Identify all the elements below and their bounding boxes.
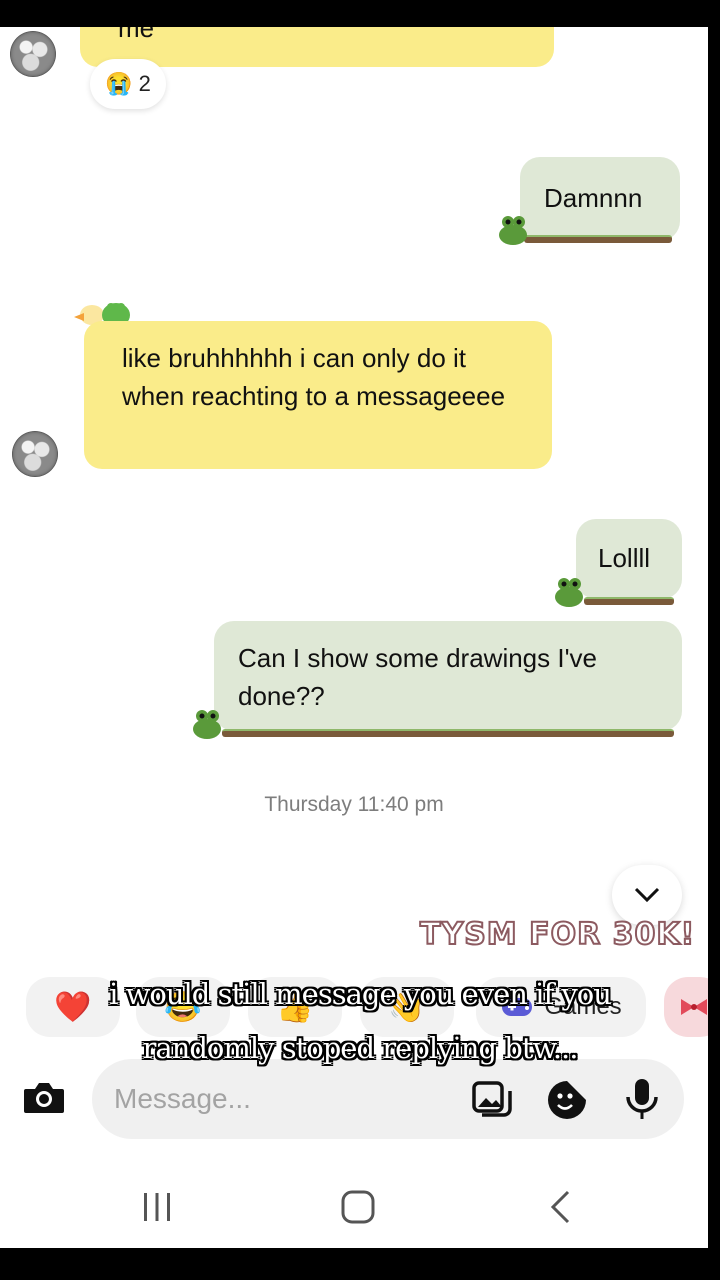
gift-button[interactable] xyxy=(664,977,708,1037)
chevron-down-icon xyxy=(634,887,660,903)
sticker-watermark: TYSM FOR 30K! xyxy=(419,916,696,953)
vine-decoration xyxy=(584,597,674,605)
reaction-count: 2 xyxy=(138,71,151,96)
message-bubble-incoming[interactable]: like bruhhhhhh i can only do it when rea… xyxy=(84,321,552,469)
vine-decoration xyxy=(222,729,674,737)
back-button[interactable] xyxy=(548,1189,574,1230)
message-bubble-outgoing[interactable]: Lollll xyxy=(576,519,682,599)
video-caption: i would still message you even if you ra… xyxy=(109,977,612,1065)
contact-avatar[interactable] xyxy=(10,31,56,77)
camera-icon xyxy=(24,1083,64,1113)
message-bubble-outgoing[interactable]: Damnnn xyxy=(520,157,680,241)
home-button[interactable] xyxy=(340,1189,376,1230)
camera-button[interactable] xyxy=(22,1079,70,1119)
frog-sticker-icon xyxy=(555,578,583,607)
message-text: like bruhhhhhh i can only do it when rea… xyxy=(122,343,506,411)
message-text: Damnnn xyxy=(544,183,643,213)
recent-apps-button[interactable] xyxy=(140,1191,174,1228)
reaction-pill[interactable]: 😭 2 xyxy=(90,59,166,109)
message-timestamp: Thursday 11:40 pm xyxy=(264,793,444,816)
contact-avatar[interactable] xyxy=(12,431,58,477)
crying-emoji-icon: 😭 xyxy=(105,71,133,96)
microphone-icon xyxy=(626,1079,658,1119)
bow-icon xyxy=(681,999,707,1015)
gallery-button[interactable] xyxy=(470,1079,514,1124)
frog-sticker-icon xyxy=(193,710,221,739)
message-text: me xyxy=(118,27,155,43)
frog-sticker-icon xyxy=(499,216,527,245)
voice-button[interactable] xyxy=(624,1077,660,1126)
back-icon xyxy=(550,1190,570,1224)
sticker-icon xyxy=(548,1081,586,1119)
scroll-to-bottom-button[interactable] xyxy=(612,865,682,925)
sticker-button[interactable] xyxy=(546,1079,588,1126)
heart-icon: ❤️ xyxy=(54,990,92,1024)
recent-apps-icon xyxy=(144,1193,170,1221)
system-navigation-bar xyxy=(0,1177,708,1237)
message-text: Lollll xyxy=(598,543,651,573)
gallery-icon xyxy=(472,1081,512,1117)
home-icon xyxy=(341,1190,375,1224)
message-text: Can I show some drawings I've done?? xyxy=(238,643,598,711)
vine-decoration xyxy=(524,235,672,243)
message-bubble-outgoing[interactable]: Can I show some drawings I've done?? xyxy=(214,621,682,731)
chat-screen: me 😭 2 Damnnn like bruhhhhhh i can only … xyxy=(0,27,708,1248)
